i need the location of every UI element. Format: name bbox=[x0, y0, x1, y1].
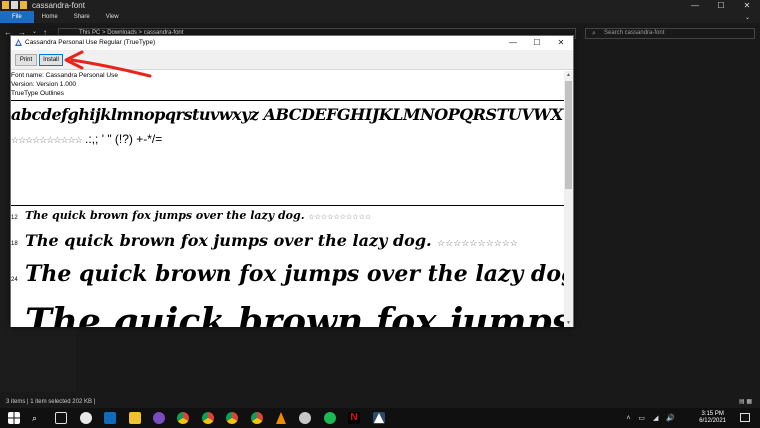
install-button[interactable]: Install bbox=[39, 54, 63, 66]
store-icon[interactable] bbox=[104, 412, 116, 424]
minimize-button[interactable]: — bbox=[682, 0, 708, 11]
font-name-label: Font name: Cassandra Personal Use bbox=[11, 72, 118, 79]
scroll-down-arrow-icon[interactable]: ▼ bbox=[564, 319, 573, 327]
file-explorer-icon[interactable] bbox=[129, 412, 141, 424]
missing-glyphs: ☆☆☆☆☆☆☆☆☆☆ bbox=[11, 135, 83, 145]
status-bar: 3 items | 1 item selected 202 KB | ▤ ▦ bbox=[0, 396, 760, 408]
search-box[interactable]: ⌕ Search cassandra-font bbox=[585, 28, 755, 39]
sample-text: The quick brown fox jumps over the lazy … bbox=[25, 231, 518, 250]
notifications-icon[interactable] bbox=[740, 413, 750, 422]
new-folder-icon[interactable] bbox=[20, 1, 27, 9]
sample-sentence: The quick brown fox jumps over the lazy … bbox=[25, 209, 305, 222]
clock-time: 3:15 PM bbox=[701, 411, 724, 417]
scroll-up-arrow-icon[interactable]: ▲ bbox=[564, 71, 573, 79]
fv-minimize-button[interactable]: — bbox=[501, 36, 525, 50]
app-icon[interactable] bbox=[153, 412, 165, 424]
clock[interactable]: 3:15 PM 6/12/2021 bbox=[699, 411, 726, 425]
maximize-button[interactable]: ☐ bbox=[708, 0, 734, 11]
divider bbox=[11, 205, 565, 206]
font-viewer-title-bar: Cassandra Personal Use Regular (TrueType… bbox=[11, 36, 573, 50]
properties-icon[interactable] bbox=[11, 1, 18, 9]
font-viewer-taskbar-icon[interactable] bbox=[373, 412, 385, 424]
missing-glyphs: ☆☆☆☆☆☆☆☆☆☆ bbox=[308, 214, 372, 221]
selected-size: 202 KB bbox=[72, 399, 92, 405]
symbols-preview: ☆☆☆☆☆☆☆☆☆☆ .:,; ' " (!?) +-*/= bbox=[11, 132, 162, 146]
task-view-icon[interactable] bbox=[55, 412, 67, 424]
chrome-icon[interactable] bbox=[226, 412, 238, 424]
sample-text: The quick brown fox jumps over the lazy … bbox=[25, 301, 565, 327]
fv-close-button[interactable]: ✕ bbox=[549, 36, 573, 50]
edge-legacy-icon[interactable] bbox=[80, 412, 92, 424]
tab-home[interactable]: Home bbox=[34, 11, 66, 23]
view-toggle-icons[interactable]: ▤ ▦ bbox=[739, 396, 752, 408]
font-viewer-window: Cassandra Personal Use Regular (TrueType… bbox=[10, 35, 574, 327]
quick-access-toolbar[interactable] bbox=[2, 1, 27, 9]
windows-start-icon[interactable] bbox=[8, 412, 20, 424]
missing-glyphs: ☆☆☆☆☆☆☆☆☆☆ bbox=[437, 238, 518, 248]
chrome-icon[interactable] bbox=[177, 412, 189, 424]
item-count: 3 items bbox=[6, 399, 26, 405]
tab-file[interactable]: File bbox=[0, 11, 34, 23]
sample-text: The quick brown fox jumps over the lazy … bbox=[25, 209, 371, 222]
vertical-scrollbar[interactable]: ▲ ▼ bbox=[564, 71, 573, 327]
size-label: 12 bbox=[11, 215, 18, 221]
print-button[interactable]: Print bbox=[15, 54, 37, 66]
ribbon-tabs: File Home Share View ⌄ bbox=[0, 11, 760, 23]
netflix-icon[interactable]: N bbox=[348, 412, 360, 424]
fv-maximize-button[interactable]: ☐ bbox=[525, 36, 549, 50]
chrome-icon[interactable] bbox=[251, 412, 263, 424]
search-icon: ⌕ bbox=[592, 30, 596, 37]
sample-text: The quick brown fox jumps over the lazy … bbox=[25, 261, 565, 287]
font-viewer-toolbar: Print Install bbox=[11, 50, 573, 70]
tab-view[interactable]: View bbox=[98, 11, 127, 23]
punctuation-preview: .:,; ' " (!?) +-*/= bbox=[85, 132, 163, 146]
expand-ribbon-icon[interactable]: ⌄ bbox=[745, 14, 750, 21]
sample-sentence: The quick brown fox jumps over the lazy … bbox=[25, 231, 432, 250]
explorer-title-bar: cassandra-font — ☐ ✕ bbox=[0, 0, 760, 11]
clock-date: 6/12/2021 bbox=[699, 418, 726, 424]
search-icon[interactable]: ⌕ bbox=[32, 412, 44, 424]
font-viewer-window-title: Cassandra Personal Use Regular (TrueType… bbox=[25, 39, 156, 46]
system-tray-icons[interactable]: ˄ ▭ ◢ 🔊 bbox=[626, 414, 678, 422]
alphabet-preview: abcdefghijklmnopqrstuvwxyz ABCDEFGHIJKLM… bbox=[11, 105, 565, 124]
selected-count: 1 item selected bbox=[30, 399, 71, 405]
size-label: 24 bbox=[11, 277, 18, 283]
sample-sentence: The quick brown fox jumps over the lazy … bbox=[25, 301, 565, 327]
font-version-label: Version: Version 1.000 bbox=[11, 81, 77, 88]
scrollbar-thumb[interactable] bbox=[565, 81, 572, 189]
spotify-icon[interactable] bbox=[324, 412, 336, 424]
search-placeholder: Search cassandra-font bbox=[604, 30, 665, 36]
folder-icon bbox=[2, 1, 9, 9]
sample-sentence: The quick brown fox jumps over the lazy … bbox=[25, 261, 565, 287]
font-viewer-app-icon bbox=[15, 39, 22, 46]
close-button[interactable]: ✕ bbox=[734, 0, 760, 11]
size-label: 18 bbox=[11, 241, 18, 247]
chrome-icon[interactable] bbox=[202, 412, 214, 424]
divider bbox=[11, 100, 565, 101]
vlc-icon[interactable] bbox=[275, 412, 287, 424]
explorer-window-title: cassandra-font bbox=[32, 1, 85, 10]
taskbar: ⌕ N ˄ ▭ ◢ 🔊 3:15 PM 6/12/2021 bbox=[0, 408, 760, 428]
font-preview-area: Font name: Cassandra Personal Use Versio… bbox=[11, 71, 565, 327]
tab-share[interactable]: Share bbox=[66, 11, 98, 23]
font-outlines-label: TrueType Outlines bbox=[11, 90, 64, 97]
font-info: Font name: Cassandra Personal Use Versio… bbox=[11, 71, 118, 98]
app-icon[interactable] bbox=[299, 412, 311, 424]
